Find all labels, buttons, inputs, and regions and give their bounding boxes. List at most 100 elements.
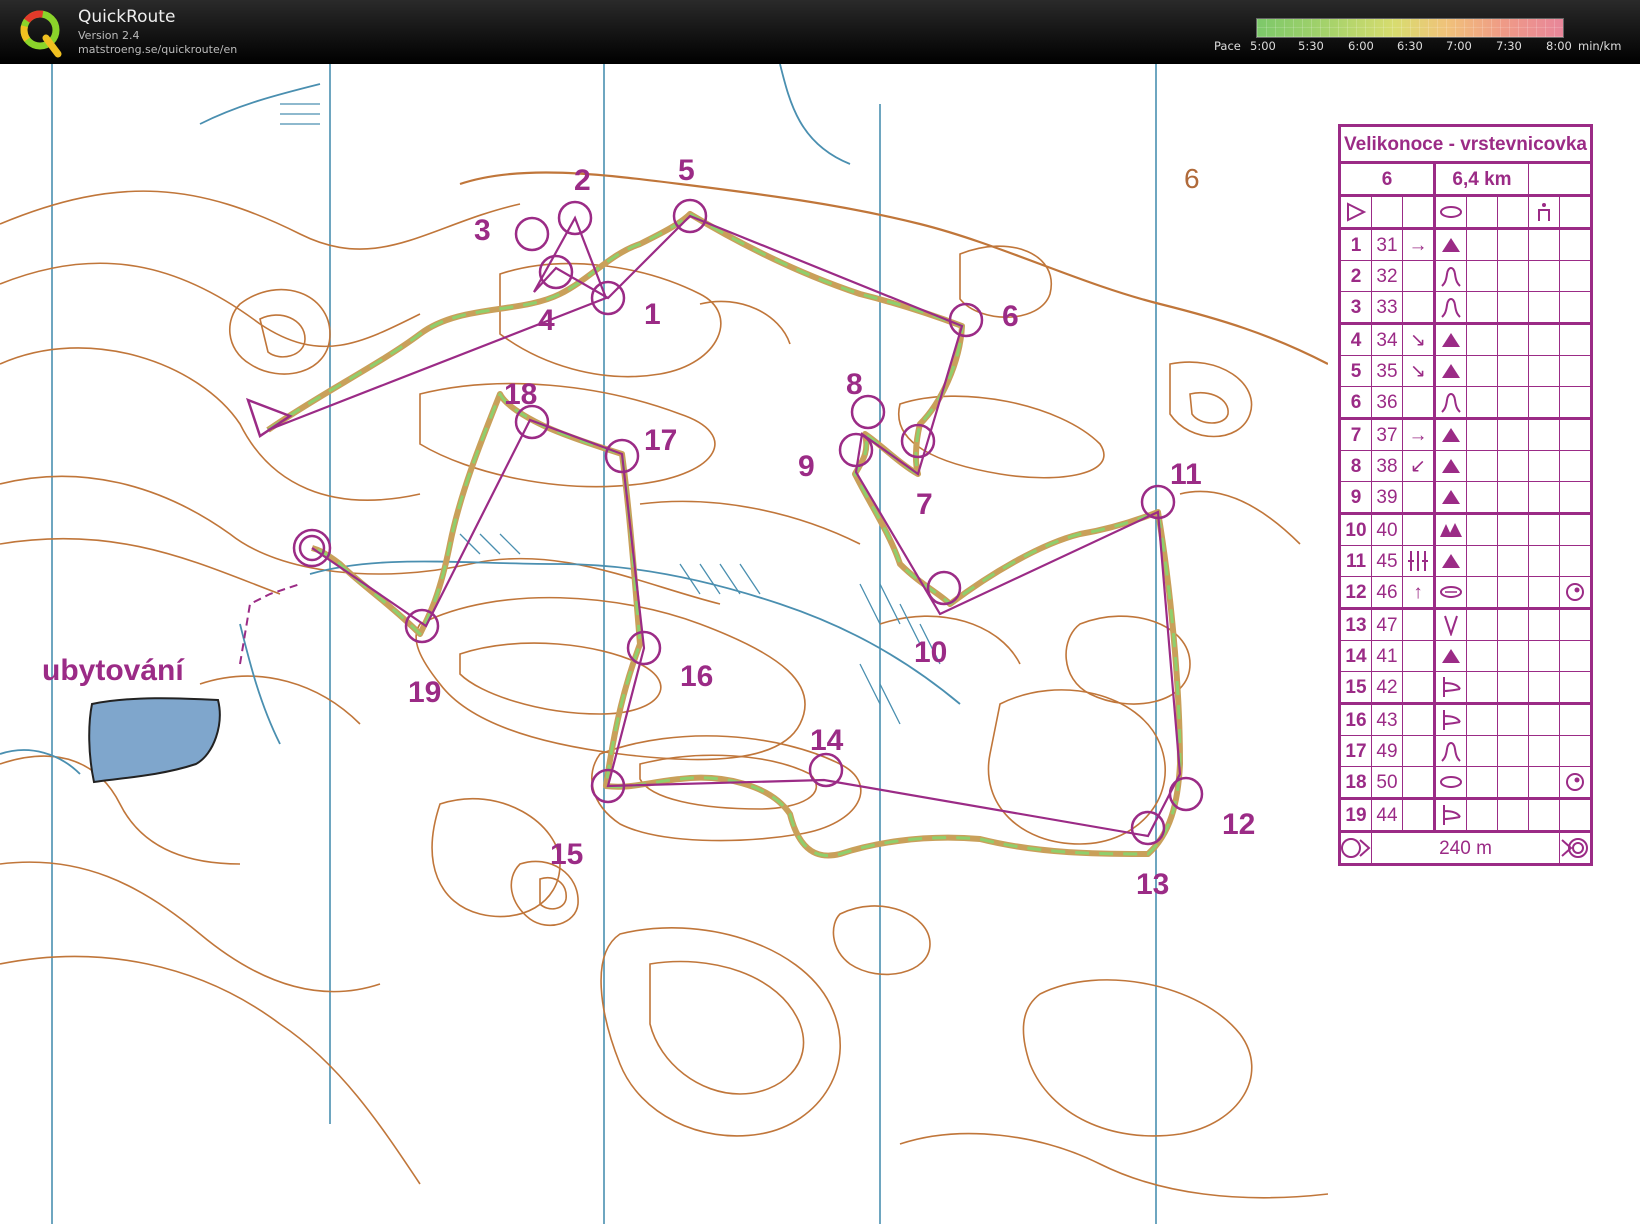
- control-description-row: 2 32: [1339, 260, 1592, 292]
- other-info-icon: [1559, 766, 1592, 799]
- other-info: [1559, 417, 1592, 451]
- control-description-row: 6 36: [1339, 386, 1592, 419]
- control-description-row: 13 47: [1339, 607, 1592, 641]
- control-descriptions-sheet: Velikonoce - vrstevnicovka 6 6,4 km 1 31 →…: [1338, 124, 1593, 866]
- other-info: [1559, 227, 1592, 261]
- app-title: QuickRoute: [78, 7, 176, 27]
- other-info: [1559, 322, 1592, 356]
- control-number: 9: [798, 450, 815, 483]
- other-info: [1559, 260, 1592, 292]
- control-number: 3: [474, 214, 491, 247]
- control-seq: 12: [1339, 576, 1372, 609]
- orienteering-map[interactable]: 1 2 3 4 5 6 7 8 9 10 11 12 13 14 15 16 1…: [0, 64, 1328, 1224]
- control-code: 39: [1371, 481, 1403, 514]
- control-description-row: 19 44: [1339, 797, 1592, 832]
- control-seq: 7: [1339, 417, 1372, 451]
- other-info: [1559, 607, 1592, 641]
- control-seq: 19: [1339, 797, 1372, 832]
- control-number: 1: [644, 298, 661, 331]
- quickroute-logo-icon: [20, 10, 62, 58]
- other-info: [1559, 450, 1592, 482]
- control-seq: 9: [1339, 481, 1372, 514]
- control-number: 5: [678, 154, 695, 187]
- control-description-row: 4 34 ↘: [1339, 322, 1592, 356]
- control-number: 14: [810, 724, 844, 757]
- control-number: 16: [680, 660, 713, 693]
- control-direction: [1402, 512, 1436, 546]
- control-seq: 14: [1339, 640, 1372, 672]
- spur-end-icon: [1434, 702, 1467, 736]
- control-description-row: 1 31 →: [1339, 227, 1592, 261]
- depression-icon: [1434, 576, 1467, 609]
- accommodation-path: [239, 583, 301, 665]
- app-url[interactable]: matstroeng.se/quickroute/en: [78, 43, 237, 56]
- pace-tick: 7:00: [1446, 39, 1472, 53]
- other-info: [1559, 355, 1592, 387]
- control-direction: [1402, 607, 1436, 641]
- control-direction: [1402, 671, 1436, 704]
- spur-icon: [1434, 386, 1467, 419]
- control-number: 8: [846, 368, 863, 401]
- control-description-row: 16 43: [1339, 702, 1592, 736]
- control-description-row: 10 40: [1339, 512, 1592, 546]
- app-version: Version 2.4: [78, 29, 140, 42]
- control-description-row: 5 35 ↘: [1339, 355, 1592, 387]
- knoll-icon: [1434, 481, 1467, 514]
- control-seq: 15: [1339, 671, 1372, 704]
- event-title: Velikonoce - vrstevnicovka: [1339, 124, 1592, 163]
- pace-tick: 6:00: [1348, 39, 1374, 53]
- other-info: [1559, 640, 1592, 672]
- control-direction: ↘: [1402, 355, 1436, 387]
- control-direction: ↙: [1402, 450, 1436, 482]
- control-code: 47: [1371, 607, 1403, 641]
- control-code: 42: [1371, 671, 1403, 704]
- control-description-row: 17 49: [1339, 735, 1592, 767]
- control-description-row: 8 38 ↙: [1339, 450, 1592, 482]
- control-direction: [1402, 797, 1436, 832]
- other-info: [1559, 512, 1592, 546]
- control-code: 38: [1371, 450, 1403, 482]
- other-info: [1559, 291, 1592, 324]
- control-number: 11: [1170, 458, 1202, 491]
- spur-icon: [1434, 291, 1467, 324]
- knoll-icon: [1434, 355, 1467, 387]
- control-seq: 10: [1339, 512, 1372, 546]
- control-description-row: 3 33: [1339, 291, 1592, 324]
- knoll-icon: [1434, 227, 1467, 261]
- control-code: 33: [1371, 291, 1403, 324]
- control-description-row: 9 39: [1339, 481, 1592, 514]
- pace-tick: 5:00: [1250, 39, 1276, 53]
- pace-unit: min/km: [1578, 39, 1622, 53]
- control-number: 2: [574, 164, 591, 197]
- control-number: 7: [916, 488, 933, 521]
- control-direction: [1402, 291, 1436, 324]
- other-info: [1559, 545, 1592, 577]
- start-triangle-icon: [1339, 194, 1372, 229]
- control-direction: ↑: [1402, 576, 1436, 609]
- control-direction: ↘: [1402, 322, 1436, 356]
- start-flag-icon: [1528, 194, 1560, 229]
- path-ellipse-icon: [1434, 194, 1467, 229]
- control-seq: 13: [1339, 607, 1372, 641]
- control-code: 46: [1371, 576, 1403, 609]
- top-bar: QuickRoute Version 2.4 matstroeng.se/qui…: [0, 0, 1640, 64]
- course-name: 6: [1339, 161, 1436, 196]
- control-direction: →: [1402, 417, 1436, 451]
- control-code: 44: [1371, 797, 1403, 832]
- control-direction: [1402, 735, 1436, 767]
- control-code: 34: [1371, 322, 1403, 356]
- spur-end-icon: [1434, 797, 1467, 832]
- spur-icon: [1434, 260, 1467, 292]
- between-icon: [1403, 549, 1433, 573]
- start-row: [1339, 194, 1592, 229]
- map-sheet-number: 6: [1184, 163, 1200, 194]
- control-seq: 2: [1339, 260, 1372, 292]
- control-code: 49: [1371, 735, 1403, 767]
- finish-distance: 240 m: [1371, 830, 1560, 865]
- control-code: 40: [1371, 512, 1403, 546]
- control-seq: 17: [1339, 735, 1372, 767]
- control-direction: →: [1402, 227, 1436, 261]
- control-direction: [1402, 481, 1436, 514]
- control-number: 10: [914, 636, 947, 669]
- control-seq: 4: [1339, 322, 1372, 356]
